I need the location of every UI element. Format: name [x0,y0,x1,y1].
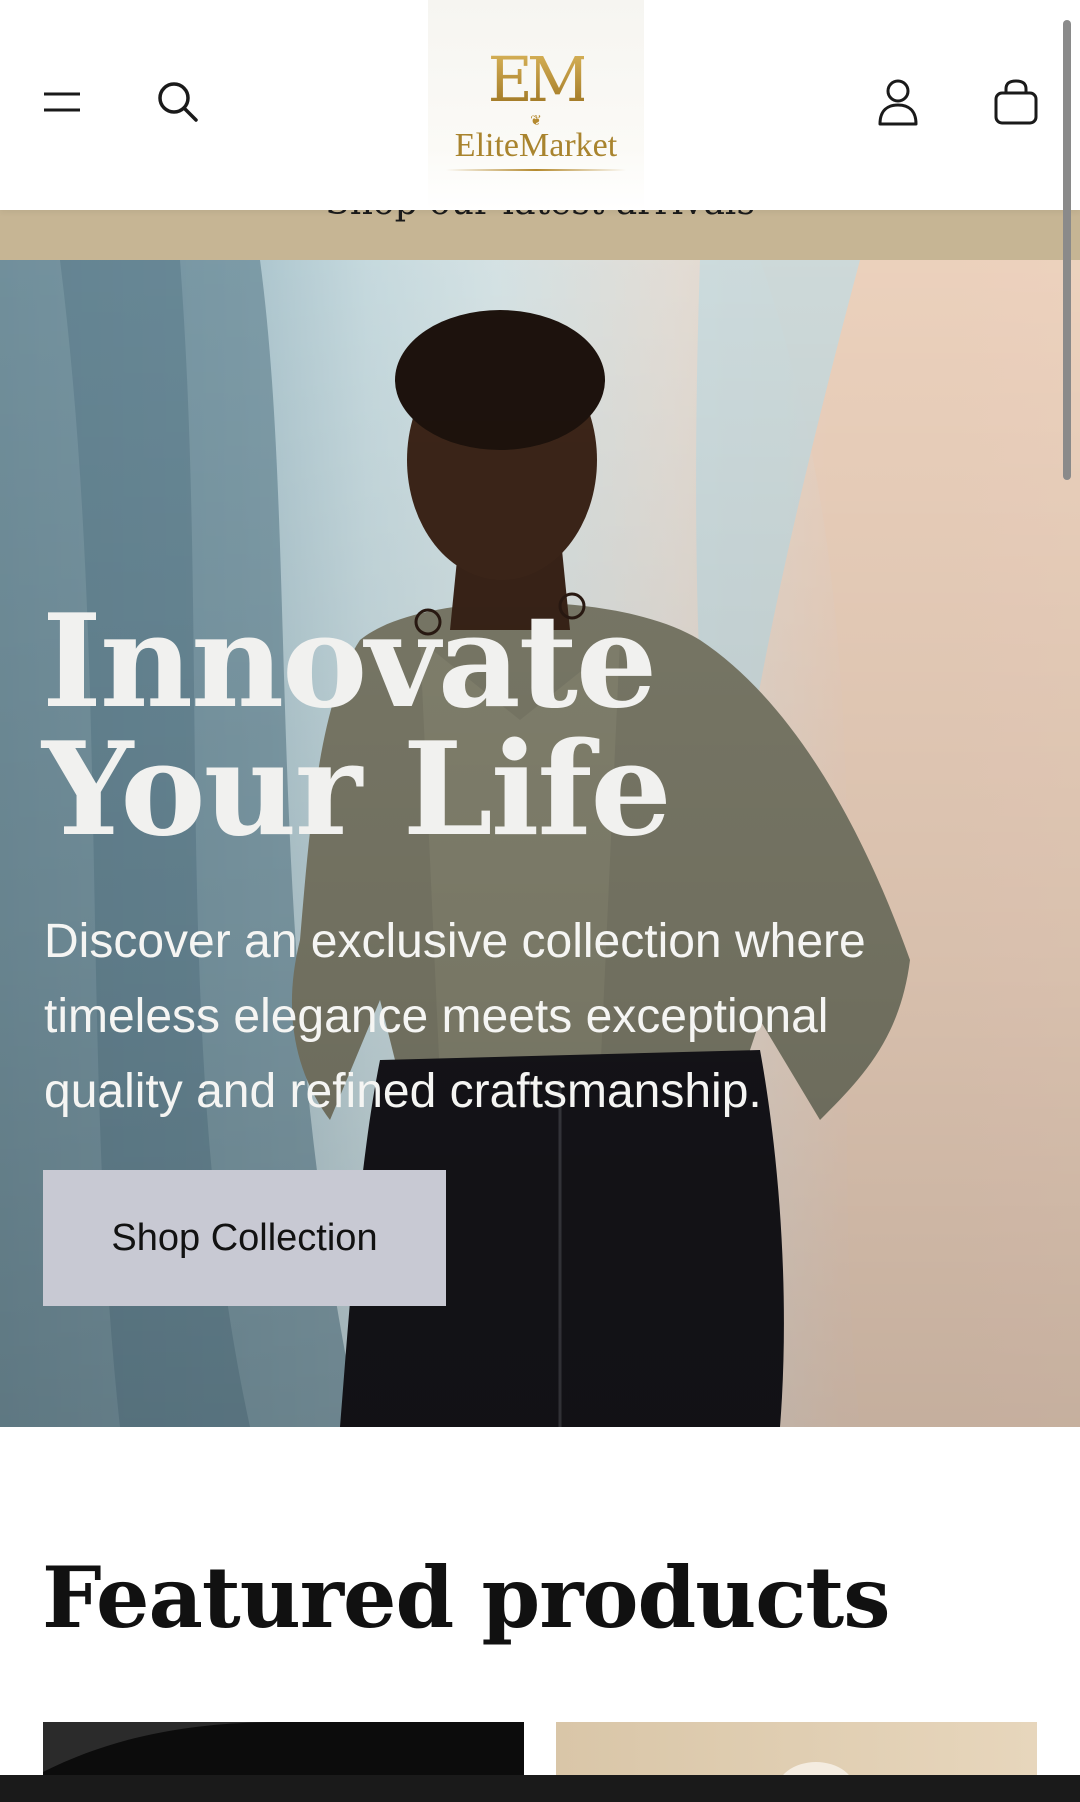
hero-title-line-2: Your Life [42,715,672,865]
logo-underline [446,169,626,171]
hero-subtitle: Discover an exclusive collection where t… [44,915,866,1118]
browser-bottom-bar [0,1775,1080,1802]
logo-wordmark: EliteMarket [454,127,618,164]
product-image [778,1762,854,1782]
shopping-bag-icon [994,79,1038,125]
account-button[interactable] [858,62,938,142]
featured-products-heading: Featured products [42,1548,891,1647]
search-icon [158,82,198,122]
product-card[interactable] [556,1722,1037,1782]
site-logo[interactable]: EM ❦ EliteMarket [428,0,644,210]
hamburger-menu-icon [44,92,80,112]
shop-collection-button[interactable]: Shop Collection [43,1170,446,1306]
product-image [43,1722,283,1772]
logo-monogram: EM [487,43,591,116]
user-icon [878,79,918,126]
logo-ornament: ❦ [530,112,542,128]
scrollbar[interactable] [1063,20,1071,480]
cart-button[interactable] [976,62,1056,142]
menu-button[interactable] [22,62,102,142]
hero-title: Innovate Your Life [42,598,942,854]
product-card[interactable] [43,1722,524,1782]
hero-banner: Innovate Your Life Discover an exclusive… [0,260,1080,1427]
site-header: EM ❦ EliteMarket [0,0,1080,210]
search-button[interactable] [138,62,218,142]
